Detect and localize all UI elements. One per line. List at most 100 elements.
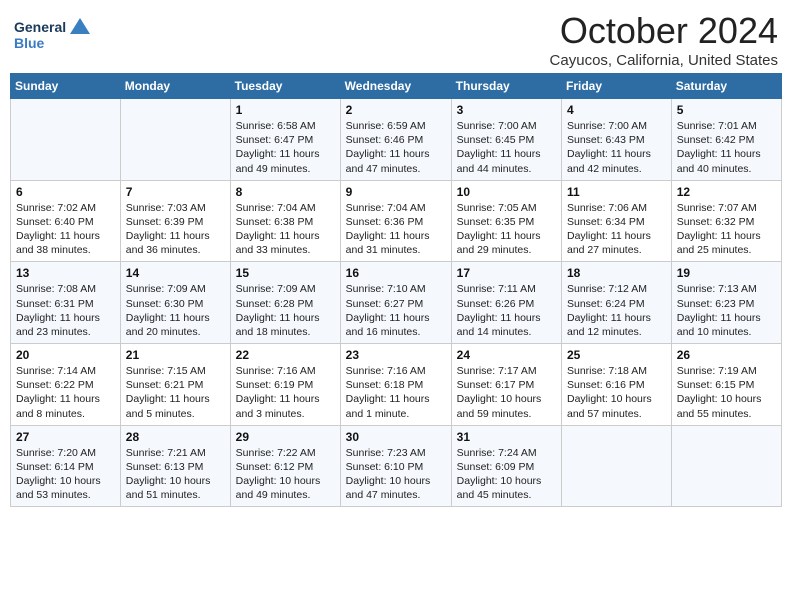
day-number: 30 bbox=[346, 430, 446, 444]
day-info: Sunrise: 7:04 AM Sunset: 6:36 PM Dayligh… bbox=[346, 201, 446, 258]
calendar-day-cell: 28 Sunrise: 7:21 AM Sunset: 6:13 PM Dayli… bbox=[120, 425, 230, 507]
calendar-day-cell: 19 Sunrise: 7:13 AM Sunset: 6:23 PM Dayli… bbox=[671, 262, 781, 344]
day-number: 27 bbox=[16, 430, 115, 444]
day-info: Sunrise: 7:16 AM Sunset: 6:18 PM Dayligh… bbox=[346, 364, 446, 421]
svg-text:General: General bbox=[14, 19, 66, 35]
calendar-day-cell: 15Sunrise: 7:09 AM Sunset: 6:28 PM Dayli… bbox=[230, 262, 340, 344]
calendar-header-row: SundayMondayTuesdayWednesdayThursdayFrid… bbox=[11, 74, 782, 99]
day-number: 17 bbox=[457, 266, 556, 280]
day-info: Sunrise: 6:59 AM Sunset: 6:46 PM Dayligh… bbox=[346, 119, 446, 176]
calendar-day-cell: 8Sunrise: 7:04 AM Sunset: 6:38 PM Daylig… bbox=[230, 180, 340, 262]
day-number: 19 bbox=[677, 266, 776, 280]
day-info: Sunrise: 7:13 AM Sunset: 6:23 PM Dayligh… bbox=[677, 282, 776, 339]
calendar-day-cell: 3Sunrise: 7:00 AM Sunset: 6:45 PM Daylig… bbox=[451, 99, 561, 181]
calendar-day-cell: 31Sunrise: 7:24 AM Sunset: 6:09 PM Dayli… bbox=[451, 425, 561, 507]
calendar-day-cell bbox=[11, 99, 121, 181]
day-info: Sunrise: 7:00 AM Sunset: 6:45 PM Dayligh… bbox=[457, 119, 556, 176]
calendar-week-row: 1 Sunrise: 6:58 AM Sunset: 6:47 PM Daylig… bbox=[11, 99, 782, 181]
day-number: 26 bbox=[677, 348, 776, 362]
day-number: 31 bbox=[457, 430, 556, 444]
day-number: 11 bbox=[567, 185, 666, 199]
day-number: 1 bbox=[236, 103, 335, 117]
calendar-day-cell: 29 Sunrise: 7:22 AM Sunset: 6:12 PM Dayli… bbox=[230, 425, 340, 507]
calendar-week-row: 20Sunrise: 7:14 AM Sunset: 6:22 PM Dayli… bbox=[11, 344, 782, 426]
day-info: Sunrise: 7:00 AM Sunset: 6:43 PM Dayligh… bbox=[567, 119, 666, 176]
day-info: Sunrise: 7:14 AM Sunset: 6:22 PM Dayligh… bbox=[16, 364, 115, 421]
calendar-header-cell: Monday bbox=[120, 74, 230, 99]
calendar-day-cell: 9Sunrise: 7:04 AM Sunset: 6:36 PM Daylig… bbox=[340, 180, 451, 262]
day-number: 13 bbox=[16, 266, 115, 280]
title-block: October 2024 Cayucos, California, United… bbox=[550, 10, 778, 69]
calendar-day-cell: 23 Sunrise: 7:16 AM Sunset: 6:18 PM Dayli… bbox=[340, 344, 451, 426]
calendar-day-cell: 11Sunrise: 7:06 AM Sunset: 6:34 PM Dayli… bbox=[562, 180, 672, 262]
calendar-day-cell: 20Sunrise: 7:14 AM Sunset: 6:22 PM Dayli… bbox=[11, 344, 121, 426]
calendar-header-cell: Wednesday bbox=[340, 74, 451, 99]
calendar-day-cell: 6 Sunrise: 7:02 AM Sunset: 6:40 PM Daylig… bbox=[11, 180, 121, 262]
day-number: 8 bbox=[236, 185, 335, 199]
day-number: 5 bbox=[677, 103, 776, 117]
day-info: Sunrise: 7:02 AM Sunset: 6:40 PM Dayligh… bbox=[16, 201, 115, 258]
day-number: 21 bbox=[126, 348, 225, 362]
day-number: 23 bbox=[346, 348, 446, 362]
day-number: 12 bbox=[677, 185, 776, 199]
day-info: Sunrise: 7:16 AM Sunset: 6:19 PM Dayligh… bbox=[236, 364, 335, 421]
calendar-day-cell: 10 Sunrise: 7:05 AM Sunset: 6:35 PM Dayli… bbox=[451, 180, 561, 262]
calendar-day-cell: 5 Sunrise: 7:01 AM Sunset: 6:42 PM Daylig… bbox=[671, 99, 781, 181]
calendar-day-cell: 7Sunrise: 7:03 AM Sunset: 6:39 PM Daylig… bbox=[120, 180, 230, 262]
calendar-day-cell: 12 Sunrise: 7:07 AM Sunset: 6:32 PM Dayli… bbox=[671, 180, 781, 262]
calendar-day-cell: 25 Sunrise: 7:18 AM Sunset: 6:16 PM Dayli… bbox=[562, 344, 672, 426]
calendar-header-cell: Tuesday bbox=[230, 74, 340, 99]
logo: General Blue bbox=[14, 14, 94, 58]
calendar-day-cell: 14 Sunrise: 7:09 AM Sunset: 6:30 PM Dayli… bbox=[120, 262, 230, 344]
calendar-day-cell: 26 Sunrise: 7:19 AM Sunset: 6:15 PM Dayli… bbox=[671, 344, 781, 426]
calendar-day-cell: 4 Sunrise: 7:00 AM Sunset: 6:43 PM Daylig… bbox=[562, 99, 672, 181]
day-info: Sunrise: 7:01 AM Sunset: 6:42 PM Dayligh… bbox=[677, 119, 776, 176]
day-info: Sunrise: 7:12 AM Sunset: 6:24 PM Dayligh… bbox=[567, 282, 666, 339]
day-number: 15 bbox=[236, 266, 335, 280]
day-info: Sunrise: 7:09 AM Sunset: 6:30 PM Dayligh… bbox=[126, 282, 225, 339]
calendar-header-cell: Friday bbox=[562, 74, 672, 99]
calendar-day-cell: 18 Sunrise: 7:12 AM Sunset: 6:24 PM Dayli… bbox=[562, 262, 672, 344]
calendar-day-cell: 13Sunrise: 7:08 AM Sunset: 6:31 PM Dayli… bbox=[11, 262, 121, 344]
calendar-week-row: 13Sunrise: 7:08 AM Sunset: 6:31 PM Dayli… bbox=[11, 262, 782, 344]
day-number: 28 bbox=[126, 430, 225, 444]
day-info: Sunrise: 7:07 AM Sunset: 6:32 PM Dayligh… bbox=[677, 201, 776, 258]
day-info: Sunrise: 7:03 AM Sunset: 6:39 PM Dayligh… bbox=[126, 201, 225, 258]
day-info: Sunrise: 7:17 AM Sunset: 6:17 PM Dayligh… bbox=[457, 364, 556, 421]
calendar-day-cell: 22 Sunrise: 7:16 AM Sunset: 6:19 PM Dayli… bbox=[230, 344, 340, 426]
day-info: Sunrise: 7:22 AM Sunset: 6:12 PM Dayligh… bbox=[236, 446, 335, 503]
day-info: Sunrise: 7:15 AM Sunset: 6:21 PM Dayligh… bbox=[126, 364, 225, 421]
calendar-day-cell: 17 Sunrise: 7:11 AM Sunset: 6:26 PM Dayli… bbox=[451, 262, 561, 344]
day-info: Sunrise: 7:21 AM Sunset: 6:13 PM Dayligh… bbox=[126, 446, 225, 503]
day-number: 18 bbox=[567, 266, 666, 280]
day-info: Sunrise: 6:58 AM Sunset: 6:47 PM Dayligh… bbox=[236, 119, 335, 176]
day-number: 22 bbox=[236, 348, 335, 362]
location: Cayucos, California, United States bbox=[550, 52, 778, 69]
calendar-table: SundayMondayTuesdayWednesdayThursdayFrid… bbox=[10, 73, 782, 507]
day-number: 6 bbox=[16, 185, 115, 199]
day-number: 16 bbox=[346, 266, 446, 280]
calendar-day-cell: 1 Sunrise: 6:58 AM Sunset: 6:47 PM Daylig… bbox=[230, 99, 340, 181]
day-info: Sunrise: 7:19 AM Sunset: 6:15 PM Dayligh… bbox=[677, 364, 776, 421]
svg-text:Blue: Blue bbox=[14, 35, 45, 51]
calendar-body: 1 Sunrise: 6:58 AM Sunset: 6:47 PM Daylig… bbox=[11, 99, 782, 507]
day-info: Sunrise: 7:23 AM Sunset: 6:10 PM Dayligh… bbox=[346, 446, 446, 503]
day-number: 4 bbox=[567, 103, 666, 117]
day-number: 14 bbox=[126, 266, 225, 280]
calendar-day-cell bbox=[120, 99, 230, 181]
calendar-header-cell: Sunday bbox=[11, 74, 121, 99]
day-info: Sunrise: 7:18 AM Sunset: 6:16 PM Dayligh… bbox=[567, 364, 666, 421]
calendar-day-cell bbox=[671, 425, 781, 507]
day-info: Sunrise: 7:10 AM Sunset: 6:27 PM Dayligh… bbox=[346, 282, 446, 339]
month-title: October 2024 bbox=[550, 10, 778, 52]
day-number: 25 bbox=[567, 348, 666, 362]
calendar-header-cell: Saturday bbox=[671, 74, 781, 99]
calendar-day-cell: 30 Sunrise: 7:23 AM Sunset: 6:10 PM Dayli… bbox=[340, 425, 451, 507]
calendar-day-cell: 2 Sunrise: 6:59 AM Sunset: 6:46 PM Daylig… bbox=[340, 99, 451, 181]
day-info: Sunrise: 7:05 AM Sunset: 6:35 PM Dayligh… bbox=[457, 201, 556, 258]
day-number: 2 bbox=[346, 103, 446, 117]
calendar-day-cell: 21 Sunrise: 7:15 AM Sunset: 6:21 PM Dayli… bbox=[120, 344, 230, 426]
day-number: 29 bbox=[236, 430, 335, 444]
day-info: Sunrise: 7:11 AM Sunset: 6:26 PM Dayligh… bbox=[457, 282, 556, 339]
day-number: 10 bbox=[457, 185, 556, 199]
